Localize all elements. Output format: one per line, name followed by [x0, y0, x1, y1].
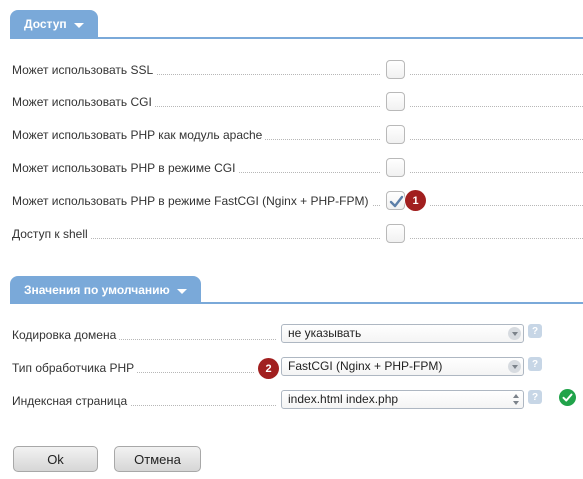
domain-encoding-label: Кодировка домена — [12, 328, 120, 342]
row-php-fastcgi: Может использовать PHP в режиме FastCGI … — [0, 189, 583, 213]
spinner-icon[interactable] — [512, 393, 520, 406]
php-handler-select[interactable]: FastCGI (Nginx + PHP-FPM) — [281, 357, 524, 376]
row-shell: Доступ к shell — [0, 222, 583, 246]
shell-checkbox[interactable] — [386, 224, 405, 243]
row-ssl: Может использовать SSL — [0, 58, 583, 82]
check-circle-icon — [559, 389, 576, 406]
row-index-page: Индексная страница index.html index.php … — [0, 389, 583, 413]
access-section-title: Доступ — [24, 17, 67, 31]
row-cgi: Может использовать CGI — [0, 90, 583, 114]
domain-encoding-value: не указывать — [288, 326, 362, 340]
domain-encoding-select[interactable]: не указывать — [281, 324, 524, 343]
row-label: Может использовать CGI — [12, 95, 155, 109]
php-apache-checkbox[interactable] — [386, 125, 405, 144]
index-page-value: index.html index.php — [288, 392, 399, 406]
defaults-section-divider — [10, 302, 583, 304]
row-label: Может использовать SSL — [12, 63, 157, 77]
chevron-down-icon[interactable] — [508, 327, 521, 340]
row-label: Доступ к shell — [12, 227, 91, 241]
row-domain-encoding: Кодировка домена не указывать ? — [0, 323, 583, 347]
checkmark-icon — [389, 195, 404, 208]
defaults-section-tab[interactable]: Значения по умолчанию — [10, 276, 201, 304]
chevron-down-icon[interactable] — [508, 360, 521, 373]
defaults-section-title: Значения по умолчанию — [24, 283, 170, 297]
index-page-input[interactable]: index.html index.php — [281, 390, 524, 409]
help-icon[interactable]: ? — [528, 324, 542, 338]
cgi-checkbox[interactable] — [386, 92, 405, 111]
ssl-checkbox[interactable] — [386, 60, 405, 79]
step-badge-2: 2 — [258, 358, 279, 379]
row-php-apache: Может использовать PHP как модуль apache — [0, 123, 583, 147]
help-icon[interactable]: ? — [528, 390, 542, 404]
php-cgi-checkbox[interactable] — [386, 158, 405, 177]
row-label: Может использовать PHP как модуль apache — [12, 128, 266, 142]
help-icon[interactable]: ? — [528, 357, 542, 371]
access-section-divider — [10, 37, 583, 39]
ok-button[interactable]: Ok — [13, 446, 98, 472]
php-fastcgi-checkbox[interactable] — [386, 191, 405, 210]
row-label: Может использовать PHP в режиме FastCGI … — [12, 194, 372, 208]
php-handler-value: FastCGI (Nginx + PHP-FPM) — [288, 359, 443, 373]
php-handler-label: Тип обработчика PHP — [12, 361, 138, 375]
index-page-label: Индексная страница — [12, 394, 131, 408]
cancel-button[interactable]: Отмена — [114, 446, 201, 472]
row-label: Может использовать PHP в режиме CGI — [12, 161, 239, 175]
caret-down-icon — [176, 288, 187, 294]
row-php-cgi: Может использовать PHP в режиме CGI — [0, 156, 583, 180]
access-section-tab[interactable]: Доступ — [10, 10, 98, 38]
caret-down-icon — [73, 22, 84, 28]
step-badge-1: 1 — [405, 190, 426, 211]
row-php-handler: Тип обработчика PHP 2 FastCGI (Nginx + P… — [0, 356, 583, 380]
